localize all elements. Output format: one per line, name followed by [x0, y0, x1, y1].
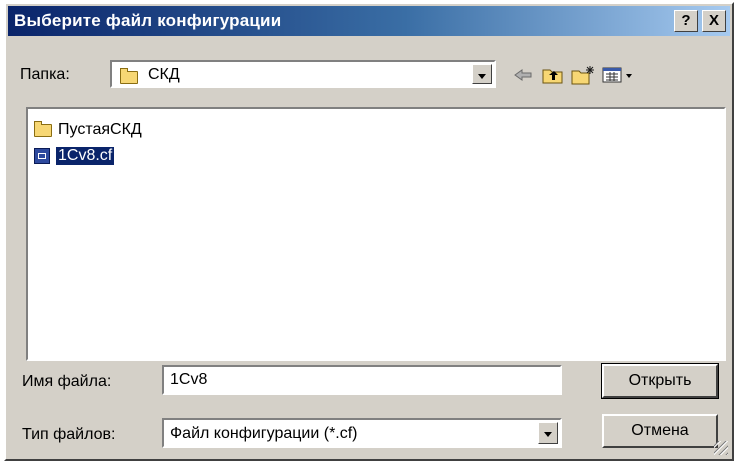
open-button[interactable]: Открыть: [601, 363, 719, 399]
folder-combobox[interactable]: СКД: [110, 60, 496, 88]
up-one-level-button[interactable]: [540, 62, 566, 88]
folder-icon: [120, 68, 138, 84]
back-button[interactable]: [510, 62, 536, 88]
filetype-value: Файл конфигурации (*.cf): [170, 425, 358, 442]
dialog-title: Выберите файл конфигурации: [14, 11, 282, 30]
view-menu-button[interactable]: [600, 62, 636, 88]
filename-input[interactable]: [162, 365, 562, 395]
current-folder-name: СКД: [148, 66, 180, 83]
chevron-down-icon[interactable]: [538, 422, 558, 444]
new-folder-button[interactable]: [570, 62, 596, 88]
list-item-label: ПустаяСКД: [58, 121, 142, 138]
resize-grip[interactable]: [714, 441, 728, 455]
folder-label: Папка:: [20, 66, 70, 83]
config-file-icon: [34, 148, 50, 164]
cancel-button[interactable]: Отмена: [602, 414, 718, 448]
view-menu-icon: [602, 67, 632, 83]
back-arrow-icon: [514, 69, 532, 81]
list-item-file[interactable]: 1Cv8.cf: [32, 145, 232, 167]
file-open-dialog: Выберите файл конфигурации ? X Папка: СК…: [4, 2, 734, 461]
list-item-folder[interactable]: ПустаяСКД: [32, 119, 232, 141]
help-button[interactable]: ?: [674, 10, 698, 32]
folder-icon: [34, 121, 52, 137]
list-item-label: 1Cv8.cf: [56, 147, 115, 165]
file-list[interactable]: ПустаяСКД 1Cv8.cf: [26, 107, 726, 361]
new-folder-icon: [571, 66, 594, 85]
filename-label: Имя файла:: [22, 373, 112, 390]
chevron-down-icon[interactable]: [472, 64, 492, 84]
up-folder-icon: [542, 69, 563, 84]
title-bar[interactable]: Выберите файл конфигурации ? X: [8, 6, 730, 36]
close-button[interactable]: X: [702, 10, 726, 32]
filetype-combobox[interactable]: Файл конфигурации (*.cf): [162, 418, 562, 448]
filetype-label: Тип файлов:: [22, 426, 116, 443]
